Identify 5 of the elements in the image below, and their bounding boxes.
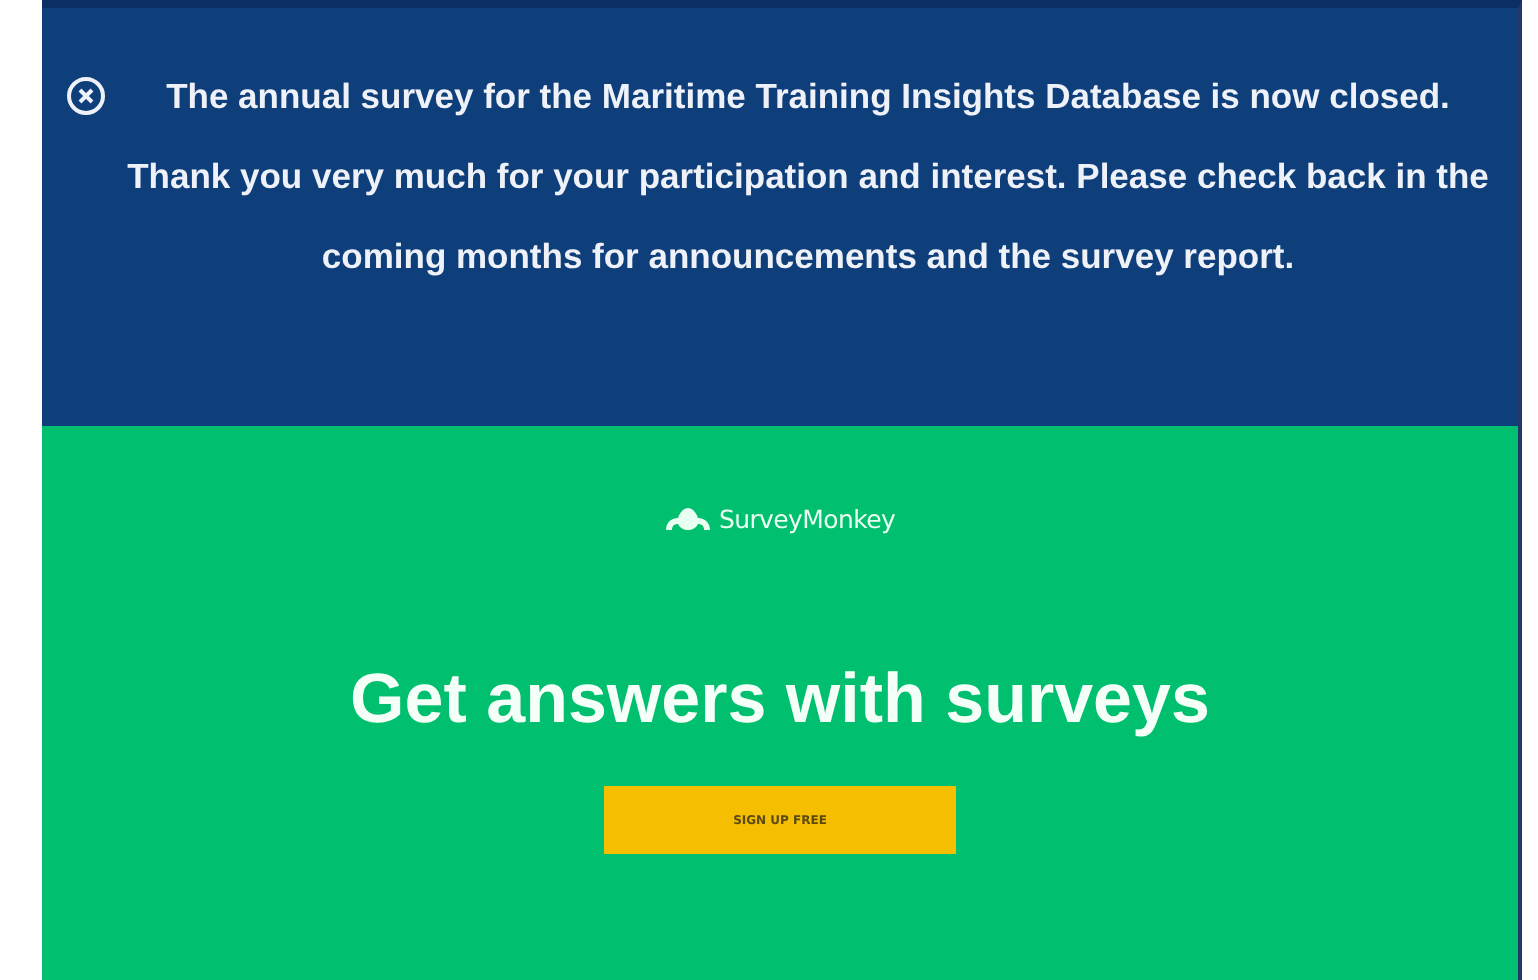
close-icon[interactable]	[66, 76, 106, 116]
headline: Get answers with surveys	[350, 660, 1210, 740]
logo-icon	[664, 505, 713, 533]
logo-text: SurveyMonkey	[718, 504, 896, 534]
notice-text: The annual survey for the Maritime Training Insights Database is now closed. Thank you very much for your participation and interest. Please check back in the coming months for announcements and the survey report.	[125, 74, 1491, 280]
